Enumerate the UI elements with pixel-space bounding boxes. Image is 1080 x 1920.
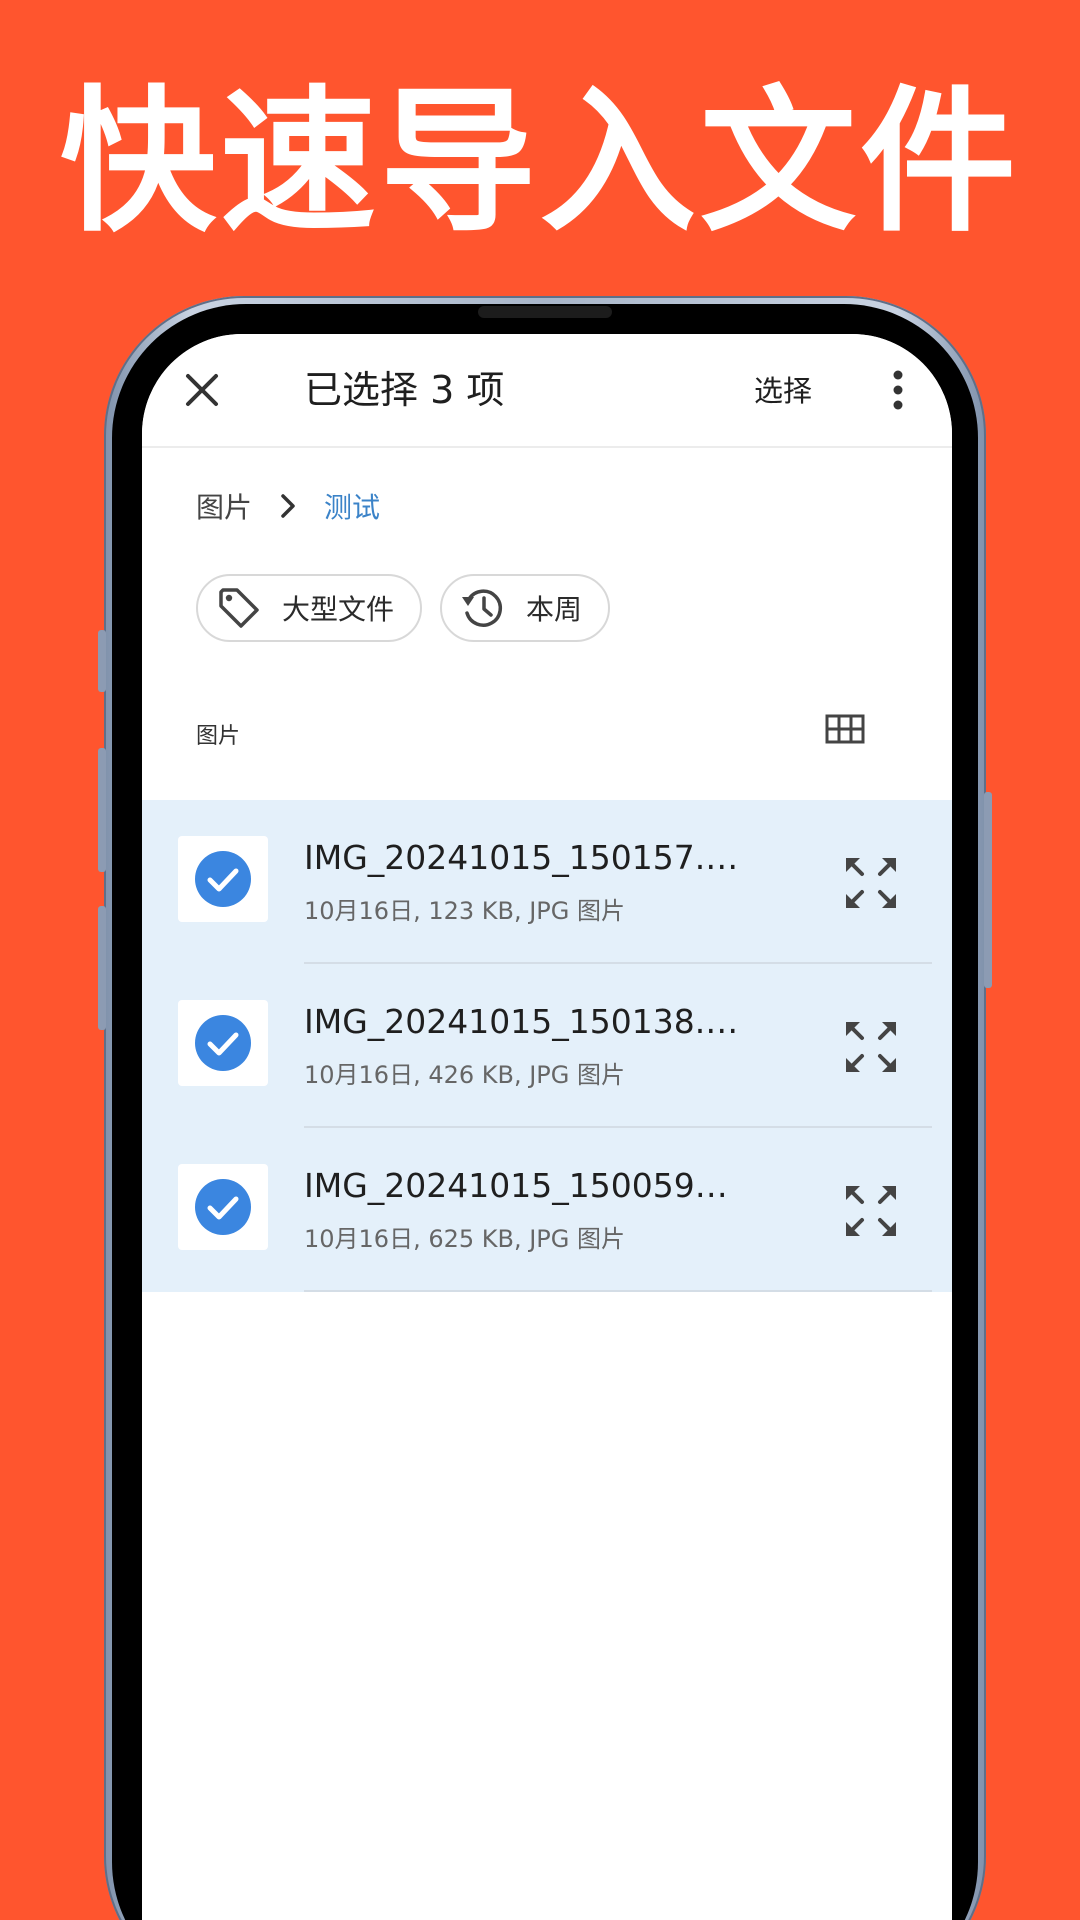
file-checkbox[interactable] — [178, 836, 268, 922]
preview-button[interactable] — [842, 1182, 900, 1240]
phone-side-button — [98, 630, 106, 692]
file-name: IMG_20241015_150138.… — [304, 1002, 739, 1041]
file-name: IMG_20241015_150059… — [304, 1166, 728, 1205]
promo-headline: 快速导入文件 — [60, 70, 1020, 253]
expand-icon — [846, 858, 896, 908]
expand-icon — [846, 1022, 896, 1072]
breadcrumb-root[interactable]: 图片 — [196, 486, 252, 526]
preview-button[interactable] — [842, 1018, 900, 1076]
phone-side-button — [98, 906, 106, 1030]
grid-view-icon — [825, 714, 865, 744]
breadcrumb: 图片 测试 — [196, 484, 380, 528]
select-button[interactable]: 选择 — [754, 374, 812, 408]
chip-large-files[interactable]: 大型文件 — [196, 574, 423, 642]
more-options-button[interactable] — [886, 368, 910, 412]
chip-this-week[interactable]: 本周 — [440, 574, 611, 642]
file-row[interactable]: IMG_20241015_150138.… 10月16日, 426 KB, JP… — [142, 964, 952, 1128]
file-meta: 10月16日, 426 KB, JPG 图片 — [304, 1061, 626, 1089]
check-circle-icon — [195, 1179, 251, 1235]
selection-title: 已选择 3 项 — [304, 368, 505, 412]
app-screen: 已选择 3 项 选择 图片 测试 大型文件 本周 图片 IMG_20241015… — [142, 334, 952, 1920]
chip-label: 大型文件 — [282, 593, 395, 626]
top-app-bar: 已选择 3 项 选择 — [142, 334, 952, 448]
phone-side-button — [984, 792, 992, 988]
expand-icon — [846, 1186, 896, 1236]
file-checkbox[interactable] — [178, 1000, 268, 1086]
breadcrumb-current[interactable]: 测试 — [324, 486, 380, 526]
more-vert-icon — [893, 370, 903, 410]
file-name: IMG_20241015_150157.… — [304, 838, 739, 877]
check-circle-icon — [195, 851, 251, 907]
chip-label: 本周 — [526, 593, 583, 626]
tag-icon — [216, 585, 262, 631]
file-checkbox[interactable] — [178, 1164, 268, 1250]
check-circle-icon — [195, 1015, 251, 1071]
file-meta: 10月16日, 625 KB, JPG 图片 — [304, 1225, 626, 1253]
history-icon — [460, 585, 506, 631]
preview-button[interactable] — [842, 854, 900, 912]
file-meta: 10月16日, 123 KB, JPG 图片 — [304, 897, 626, 925]
grid-view-button[interactable] — [822, 706, 868, 752]
close-icon — [186, 374, 218, 406]
close-button[interactable] — [182, 370, 222, 410]
chevron-right-icon — [280, 493, 296, 519]
file-row[interactable]: IMG_20241015_150059… 10月16日, 625 KB, JPG… — [142, 1128, 952, 1292]
filter-chips: 大型文件 本周 — [196, 574, 611, 642]
file-row[interactable]: IMG_20241015_150157.… 10月16日, 123 KB, JP… — [142, 800, 952, 964]
section-title: 图片 — [196, 724, 241, 749]
phone-side-button — [98, 748, 106, 872]
phone-speaker — [478, 306, 612, 318]
file-list: IMG_20241015_150157.… 10月16日, 123 KB, JP… — [142, 800, 952, 1292]
